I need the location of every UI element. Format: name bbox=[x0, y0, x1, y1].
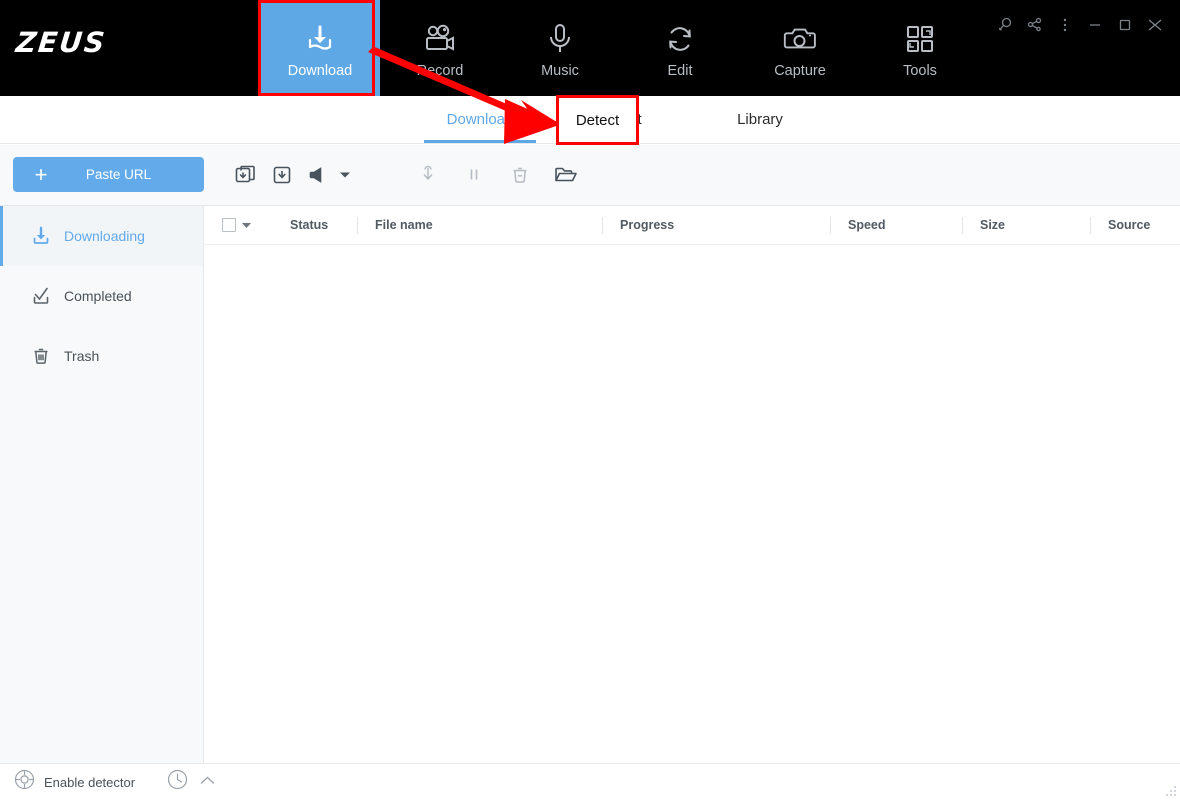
column-label-speed: Speed bbox=[848, 218, 886, 232]
maximize-icon[interactable] bbox=[1110, 10, 1140, 40]
resize-grip[interactable] bbox=[1164, 784, 1178, 798]
column-header-progress[interactable]: Progress bbox=[602, 206, 830, 245]
toolbar-group-secondary bbox=[410, 157, 584, 193]
download-icon[interactable] bbox=[264, 157, 300, 193]
status-bar: Enable detector bbox=[0, 763, 1180, 800]
nav-item-capture[interactable]: Capture bbox=[740, 0, 860, 96]
sidebar-label-completed: Completed bbox=[64, 288, 132, 304]
chevron-up-icon[interactable] bbox=[200, 773, 215, 791]
enable-detector-label: Enable detector bbox=[44, 774, 136, 790]
nav-label-music: Music bbox=[541, 63, 579, 79]
nav-label-record: Record bbox=[416, 63, 464, 79]
nav-item-record[interactable]: Record bbox=[380, 0, 500, 96]
paste-url-label: Paste URL bbox=[85, 167, 152, 182]
delete-icon[interactable] bbox=[502, 157, 538, 193]
table-body-empty bbox=[204, 245, 1180, 763]
column-header-source[interactable]: Source bbox=[1090, 206, 1180, 245]
minimize-icon[interactable] bbox=[1080, 10, 1110, 40]
table-header-row: Status File name Progress Speed Size Sou… bbox=[204, 206, 1180, 245]
toolbar-group-primary bbox=[228, 157, 354, 193]
pause-icon[interactable] bbox=[456, 157, 492, 193]
paste-url-button[interactable]: + Paste URL bbox=[13, 157, 204, 192]
search-icon[interactable] bbox=[990, 10, 1020, 40]
column-label-progress: Progress bbox=[620, 218, 675, 232]
action-toolbar: + Paste URL bbox=[0, 145, 1180, 206]
select-all-caret-icon[interactable] bbox=[242, 218, 251, 232]
sidebar-item-completed[interactable]: Completed bbox=[0, 266, 203, 326]
sidebar-label-downloading: Downloading bbox=[64, 228, 145, 244]
tab-download[interactable]: Download bbox=[410, 96, 550, 143]
clock-icon[interactable] bbox=[167, 769, 188, 795]
column-label-status: Status bbox=[290, 218, 329, 232]
nav-label-edit: Edit bbox=[667, 63, 693, 79]
plus-icon: + bbox=[34, 161, 48, 187]
download-tray-icon bbox=[303, 17, 337, 61]
nav-item-tools[interactable]: Tools bbox=[860, 0, 980, 96]
speaker-dropdown-caret-icon[interactable] bbox=[336, 157, 354, 193]
trash-icon bbox=[30, 345, 64, 367]
sub-tab-bar: Download Detect Library bbox=[0, 96, 1180, 144]
check-tray-icon bbox=[30, 285, 64, 307]
share-icon[interactable] bbox=[1020, 10, 1050, 40]
column-header-status[interactable]: Status bbox=[272, 206, 357, 245]
enable-detector-toggle[interactable]: Enable detector bbox=[14, 769, 135, 795]
target-icon bbox=[14, 769, 35, 795]
select-all-checkbox[interactable] bbox=[222, 218, 236, 232]
speaker-icon[interactable] bbox=[300, 157, 336, 193]
tab-detect-label: Detect bbox=[598, 111, 642, 128]
zeus-app-window: ZEUS Download Record Music Edit Capture … bbox=[0, 0, 1180, 800]
open-folder-icon[interactable] bbox=[548, 157, 584, 193]
refresh-arrows-icon bbox=[663, 17, 697, 61]
nav-label-capture: Capture bbox=[774, 63, 826, 79]
tab-library[interactable]: Library bbox=[690, 96, 830, 143]
sidebar-item-trash[interactable]: Trash bbox=[0, 326, 203, 386]
nav-item-music[interactable]: Music bbox=[500, 0, 620, 96]
downloads-table: Status File name Progress Speed Size Sou… bbox=[204, 206, 1180, 763]
column-header-file-name[interactable]: File name bbox=[357, 206, 602, 245]
column-header-size[interactable]: Size bbox=[962, 206, 1090, 245]
video-camera-icon bbox=[422, 17, 458, 61]
column-header-speed[interactable]: Speed bbox=[830, 206, 962, 245]
tab-download-label: Download bbox=[446, 111, 514, 128]
download-arrow-icon bbox=[30, 225, 64, 247]
main-nav-items: Download Record Music Edit Capture Tools bbox=[260, 0, 980, 96]
column-label-size: Size bbox=[980, 218, 1006, 232]
grid-squares-icon bbox=[904, 17, 936, 61]
left-sidebar: Downloading Completed Trash bbox=[0, 206, 204, 763]
start-download-icon[interactable] bbox=[410, 157, 446, 193]
microphone-icon bbox=[545, 17, 575, 61]
sidebar-item-downloading[interactable]: Downloading bbox=[0, 206, 203, 266]
nav-label-tools: Tools bbox=[903, 63, 937, 79]
column-label-source: Source bbox=[1108, 218, 1151, 232]
tab-detect[interactable]: Detect bbox=[550, 96, 690, 143]
close-icon[interactable] bbox=[1140, 10, 1170, 40]
batch-download-icon[interactable] bbox=[228, 157, 264, 193]
window-controls bbox=[990, 10, 1170, 40]
camera-icon bbox=[782, 17, 818, 61]
app-logo: ZEUS bbox=[14, 26, 109, 59]
sidebar-label-trash: Trash bbox=[64, 348, 100, 364]
nav-item-edit[interactable]: Edit bbox=[620, 0, 740, 96]
nav-item-download[interactable]: Download bbox=[260, 0, 380, 96]
top-navigation-bar: ZEUS Download Record Music Edit Capture … bbox=[0, 0, 1180, 96]
select-all-cell bbox=[204, 206, 272, 245]
nav-label-download: Download bbox=[287, 63, 353, 79]
more-menu-icon[interactable] bbox=[1050, 10, 1080, 40]
column-label-file-name: File name bbox=[375, 218, 433, 232]
tab-library-label: Library bbox=[737, 111, 783, 128]
